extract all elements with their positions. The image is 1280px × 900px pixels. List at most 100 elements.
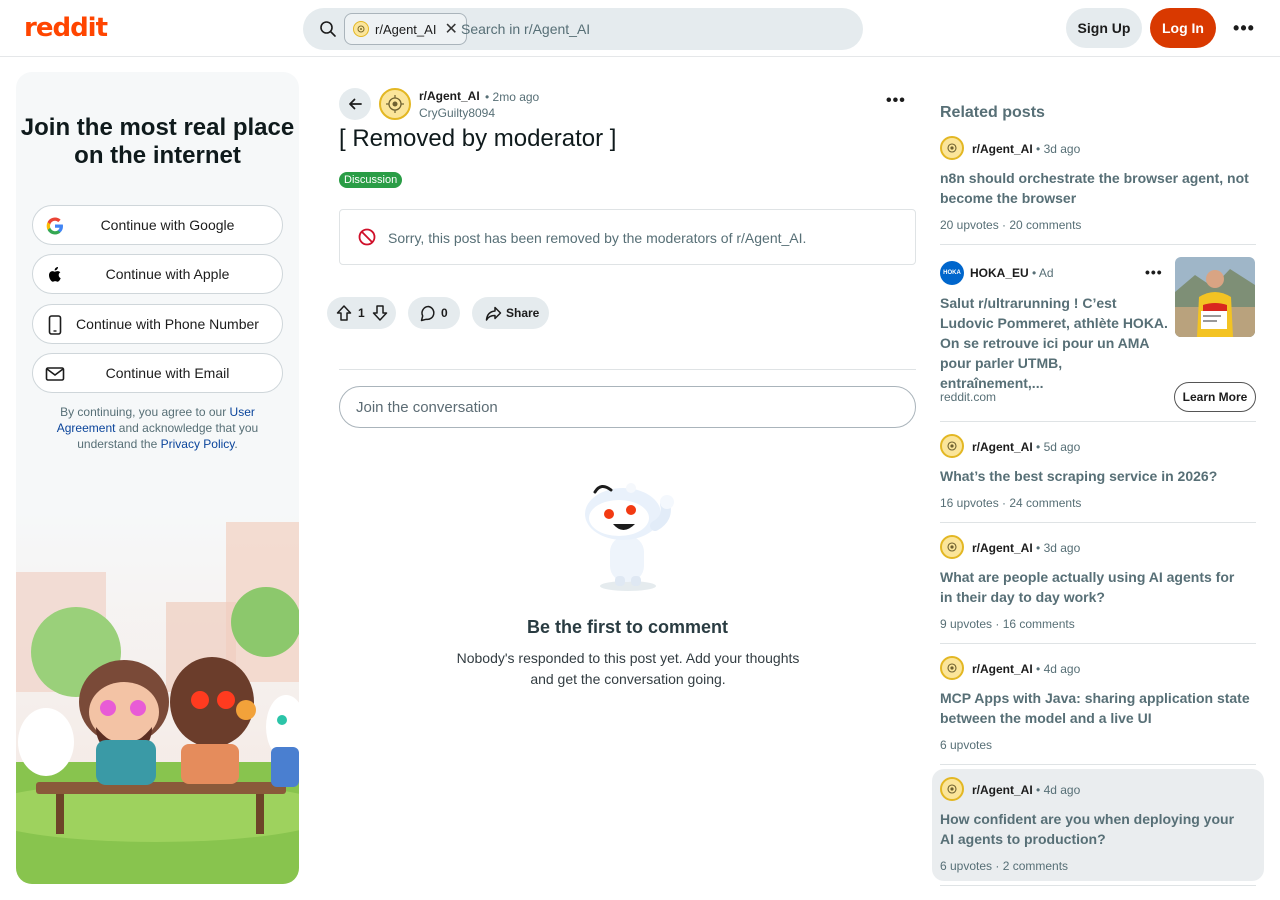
related-post-stats: 6 upvotes · 2 comments bbox=[940, 859, 1069, 873]
related-post-stats: 9 upvotes · 16 comments bbox=[940, 617, 1075, 631]
comment-input[interactable] bbox=[339, 386, 916, 428]
removed-notice: Sorry, this post has been removed by the… bbox=[339, 209, 916, 265]
related-post-subreddit[interactable]: r/Agent_AI bbox=[972, 440, 1033, 454]
vote-count: 1 bbox=[358, 306, 365, 320]
related-post-time: • 5d ago bbox=[1036, 440, 1081, 454]
related-post-meta: r/Agent_AI • 4d ago bbox=[972, 783, 1080, 797]
google-icon bbox=[45, 216, 65, 236]
related-post-title[interactable]: What’s the best scraping service in 2026… bbox=[940, 466, 1250, 486]
promoted-ad[interactable]: HOKA HOKA_EU • Ad ••• Salut r/ultrarunni… bbox=[932, 252, 1264, 420]
legal-suffix: . bbox=[234, 437, 238, 451]
ad-thumbnail-image[interactable] bbox=[1175, 257, 1255, 337]
post-more-icon[interactable]: ••• bbox=[886, 92, 906, 110]
removed-notice-text: Sorry, this post has been removed by the… bbox=[388, 230, 807, 246]
subreddit-avatar-icon bbox=[940, 656, 964, 680]
divider bbox=[940, 764, 1256, 765]
downvote-icon[interactable] bbox=[371, 304, 389, 325]
divider bbox=[940, 244, 1256, 245]
divider bbox=[339, 369, 916, 370]
button-label: Continue with Email bbox=[105, 365, 230, 381]
continue-with-google-button[interactable]: Continue with Google bbox=[32, 205, 283, 245]
related-post[interactable]: r/Agent_AI • 3d ago n8n should orchestra… bbox=[932, 128, 1264, 242]
continue-with-phone-button[interactable]: Continue with Phone Number bbox=[32, 304, 283, 344]
related-post-time: • 3d ago bbox=[1036, 142, 1081, 156]
button-label: Continue with Phone Number bbox=[76, 316, 259, 332]
back-button[interactable] bbox=[339, 88, 371, 120]
button-label: Continue with Google bbox=[100, 217, 235, 233]
button-label: Continue with Apple bbox=[105, 266, 230, 282]
related-post[interactable]: r/Agent_AI • 3d ago What are people actu… bbox=[932, 527, 1264, 641]
related-post-time: • 4d ago bbox=[1036, 783, 1081, 797]
subreddit-avatar-icon bbox=[940, 777, 964, 801]
close-icon[interactable]: ✕ bbox=[444, 19, 457, 39]
post-author-link[interactable]: CryGuilty8094 bbox=[419, 106, 495, 120]
share-button[interactable]: Share bbox=[472, 297, 549, 329]
ad-more-icon[interactable]: ••• bbox=[1145, 264, 1163, 280]
arrow-left-icon bbox=[349, 98, 362, 110]
log-in-button[interactable]: Log In bbox=[1150, 8, 1216, 48]
related-post-stats: 16 upvotes · 24 comments bbox=[940, 496, 1082, 510]
chip-label: r/Agent_AI bbox=[375, 21, 437, 37]
comment-count: 0 bbox=[441, 306, 448, 320]
signup-title: Join the most real place on the internet bbox=[20, 114, 295, 169]
search-input[interactable] bbox=[461, 18, 841, 40]
subreddit-avatar-icon[interactable] bbox=[379, 88, 411, 120]
ad-text[interactable]: Salut r/ultrarunning ! C’est Ludovic Pom… bbox=[940, 293, 1168, 393]
more-horizontal-icon[interactable]: ••• bbox=[1228, 12, 1260, 44]
apple-icon bbox=[45, 265, 65, 285]
related-post-stats: 6 upvotes bbox=[940, 738, 993, 752]
sign-up-button[interactable]: Sign Up bbox=[1066, 8, 1142, 48]
post-title: [ Removed by moderator ] bbox=[339, 125, 617, 152]
snoo-mascot-illustration bbox=[585, 483, 674, 591]
related-post-meta: r/Agent_AI • 3d ago bbox=[972, 142, 1080, 156]
ad-advertiser: HOKA_EU • Ad bbox=[970, 266, 1054, 280]
related-post-stats: 20 upvotes · 20 comments bbox=[940, 218, 1082, 232]
post-subreddit-link[interactable]: r/Agent_AI bbox=[419, 89, 480, 103]
subreddit-search-chip[interactable]: r/Agent_AI ✕ bbox=[344, 13, 467, 45]
post-flair[interactable]: Discussion bbox=[339, 172, 403, 188]
legal-text: By continuing, you agree to our User Agr… bbox=[52, 404, 263, 452]
upvote-icon[interactable] bbox=[335, 304, 353, 325]
phone-icon bbox=[45, 315, 65, 335]
related-post-subreddit[interactable]: r/Agent_AI bbox=[972, 541, 1033, 555]
snoo-bench-illustration bbox=[16, 512, 299, 884]
related-post[interactable]: r/Agent_AI • 5d ago What’s the best scra… bbox=[932, 426, 1264, 520]
related-post-subreddit[interactable]: r/Agent_AI bbox=[972, 662, 1033, 676]
related-post-meta: r/Agent_AI • 3d ago bbox=[972, 541, 1080, 555]
related-post-time: • 3d ago bbox=[1036, 541, 1081, 555]
ad-domain: reddit.com bbox=[940, 390, 997, 404]
subreddit-avatar-icon bbox=[940, 535, 964, 559]
continue-with-email-button[interactable]: Continue with Email bbox=[32, 353, 283, 393]
related-post[interactable]: r/Agent_AI • 4d ago MCP Apps with Java: … bbox=[932, 648, 1264, 762]
share-label: Share bbox=[506, 306, 540, 320]
ad-label: • Ad bbox=[1032, 266, 1054, 280]
ad-advertiser-name[interactable]: HOKA_EU bbox=[970, 266, 1029, 280]
post-time: • 2mo ago bbox=[485, 90, 540, 104]
related-post-meta: r/Agent_AI • 4d ago bbox=[972, 662, 1080, 676]
divider bbox=[940, 643, 1256, 644]
subreddit-avatar-icon bbox=[353, 21, 369, 37]
related-post-meta: r/Agent_AI • 5d ago bbox=[972, 440, 1080, 454]
search-icon bbox=[319, 20, 337, 43]
vote-bar: 1 bbox=[327, 297, 396, 329]
divider bbox=[940, 885, 1256, 886]
divider bbox=[940, 522, 1256, 523]
empty-comments-description: Nobody's responded to this post yet. Add… bbox=[456, 650, 800, 687]
related-post-subreddit[interactable]: r/Agent_AI bbox=[972, 142, 1033, 156]
privacy-policy-link[interactable]: Privacy Policy bbox=[161, 437, 235, 451]
related-post[interactable]: r/Agent_AI • 4d ago How confident are yo… bbox=[932, 769, 1264, 881]
search-bar[interactable]: r/Agent_AI ✕ bbox=[303, 8, 863, 50]
related-post-subreddit[interactable]: r/Agent_AI bbox=[972, 783, 1033, 797]
related-post-title[interactable]: MCP Apps with Java: sharing application … bbox=[940, 688, 1250, 728]
comments-button[interactable]: 0 bbox=[408, 297, 460, 329]
email-icon bbox=[45, 364, 65, 384]
related-post-title[interactable]: n8n should orchestrate the browser agent… bbox=[940, 168, 1250, 208]
top-header: reddit r/Agent_AI ✕ Sign Up Log In ••• bbox=[0, 0, 1280, 57]
reddit-logo[interactable]: reddit bbox=[24, 13, 108, 43]
empty-comments-title: Be the first to comment bbox=[526, 617, 729, 637]
learn-more-button[interactable]: Learn More bbox=[1174, 382, 1256, 412]
continue-with-apple-button[interactable]: Continue with Apple bbox=[32, 254, 283, 294]
subreddit-avatar-icon bbox=[940, 434, 964, 458]
related-post-title[interactable]: What are people actually using AI agents… bbox=[940, 567, 1250, 607]
related-post-title[interactable]: How confident are you when deploying you… bbox=[940, 809, 1250, 849]
